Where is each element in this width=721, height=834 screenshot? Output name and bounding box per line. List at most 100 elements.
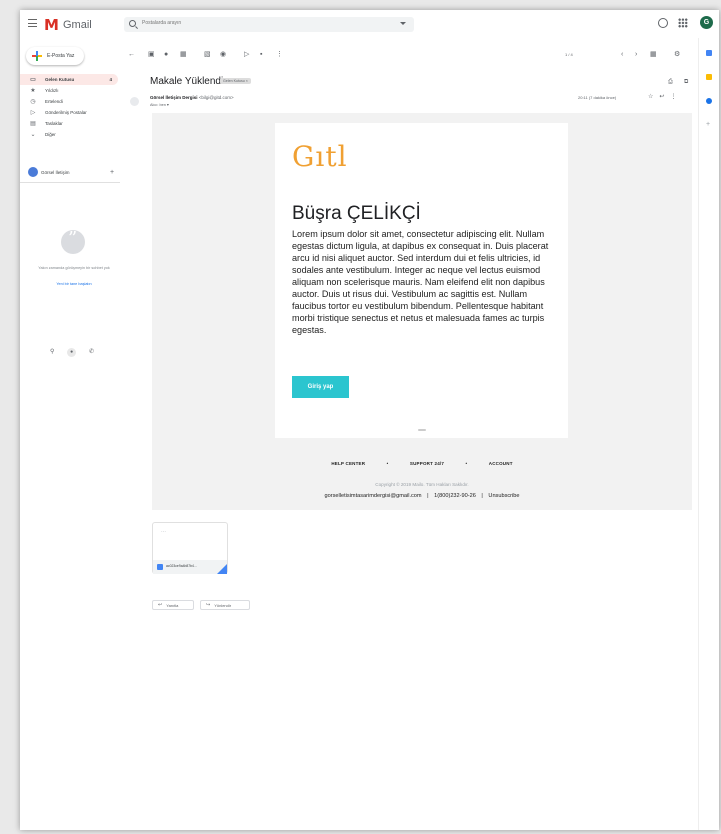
- archive-icon[interactable]: ▣: [148, 50, 155, 60]
- forward-button[interactable]: ↪ Yönlendir: [200, 600, 250, 610]
- message-date: 20:11 (7 dakika önce): [578, 95, 617, 100]
- sender-email: <bilgi@gitd.com>: [198, 95, 234, 100]
- brand-logo: Gıtl: [292, 140, 348, 173]
- compose-plus-icon: [32, 51, 42, 61]
- more-options-icon[interactable]: ⋮: [670, 94, 682, 100]
- side-panel-divider: [698, 38, 699, 830]
- gmail-window: M Gmail G E-Posta Yaz ▭ Gelen Kutusu 4 ★…: [20, 10, 719, 830]
- phone-icon[interactable]: ✆: [89, 348, 94, 357]
- gmail-logo-icon[interactable]: M: [44, 16, 59, 34]
- help-icon[interactable]: [658, 18, 668, 28]
- inbox-label-chip[interactable]: Gelen Kutusu ×: [220, 78, 251, 84]
- search-icon[interactable]: [129, 20, 136, 27]
- sidebar-nav: ▭ Gelen Kutusu 4 ★ Yıldızlı ◷ Ertelendi …: [20, 74, 120, 140]
- inbox-icon: ▭: [30, 76, 36, 83]
- separator: |: [481, 493, 483, 499]
- unread-count: 4: [109, 77, 112, 82]
- person-icon[interactable]: ⚲: [50, 348, 54, 357]
- older-chevron-icon[interactable]: ›: [635, 50, 637, 60]
- sidebar-item-inbox[interactable]: ▭ Gelen Kutusu 4: [20, 74, 118, 85]
- pagination-text: 1 / 4: [565, 52, 573, 57]
- separator: |: [427, 493, 429, 499]
- chat-bubble-icon: [61, 228, 85, 254]
- attachment-card[interactable]: ⋯ ac023ce9a4b87b4...: [152, 522, 228, 574]
- email-body-text: Lorem ipsum dolor sit amet, consectetur …: [292, 229, 549, 335]
- search-input[interactable]: [142, 20, 382, 26]
- sidebar-item-sent[interactable]: ▷ Gönderilmiş Postalar: [20, 107, 120, 118]
- report-spam-icon[interactable]: ●: [164, 50, 168, 60]
- apps-grid-icon[interactable]: [678, 18, 688, 28]
- sidebar-item-drafts[interactable]: ▤ Taslaklar: [20, 118, 120, 129]
- reply-label: Yanıtla: [166, 602, 179, 608]
- top-bar: M Gmail G: [20, 10, 719, 38]
- newer-chevron-icon[interactable]: ‹: [621, 50, 623, 60]
- search-options-chevron-down-icon[interactable]: [400, 22, 406, 25]
- attachment-preview: ⋯: [161, 529, 166, 535]
- input-tools-icon[interactable]: ▦: [650, 50, 657, 60]
- account-link[interactable]: ACCOUNT: [489, 461, 513, 466]
- contact-email-link[interactable]: gorselletisimtasarimdergisi@gmail.com: [325, 493, 422, 499]
- mark-unread-icon[interactable]: ▧: [204, 50, 211, 60]
- help-center-link[interactable]: HELP CENTER: [331, 461, 365, 466]
- tasks-icon[interactable]: [706, 98, 712, 104]
- account-avatar[interactable]: G: [700, 16, 713, 29]
- footer-bullet: •: [386, 461, 389, 466]
- star-icon[interactable]: ☆: [648, 94, 659, 100]
- add-on-plus-icon[interactable]: +: [706, 121, 712, 128]
- hamburger-menu-icon[interactable]: [28, 19, 37, 27]
- email-body-background: Gıtl Büşra ÇELİKÇİ Lorem ipsum dolor sit…: [152, 113, 692, 510]
- reply-icon[interactable]: ↩: [659, 94, 670, 100]
- move-to-icon[interactable]: ▷: [244, 50, 249, 60]
- footer-links: HELP CENTER • SUPPORT 24/7 • ACCOUNT: [152, 461, 692, 466]
- hangouts-avatar: [28, 167, 38, 177]
- settings-gear-icon[interactable]: ⚙: [674, 50, 680, 60]
- recipient-heading: Büşra ÇELİKÇİ: [292, 203, 421, 224]
- hangouts-user[interactable]: Görsel İletişim: [28, 167, 70, 177]
- sidebar-item-label: Gelen Kutusu: [45, 77, 75, 82]
- contact-line: gorselletisimtasarimdergisi@gmail.com | …: [152, 493, 692, 499]
- login-button[interactable]: Giriş yap: [292, 376, 349, 398]
- hangouts-empty-message: Yakın zamanda görüşmeyin bir sohbet yok: [38, 266, 110, 270]
- clock-icon: ◷: [30, 98, 36, 105]
- back-arrow-icon[interactable]: ←: [128, 50, 135, 60]
- sidebar-item-snoozed[interactable]: ◷ Ertelendi: [20, 96, 120, 107]
- sender-avatar: [130, 97, 139, 106]
- sidebar-item-starred[interactable]: ★ Yıldızlı: [20, 85, 120, 96]
- hangouts-footer: ⚲ ● ✆: [50, 348, 94, 357]
- app-name[interactable]: Gmail: [63, 19, 92, 31]
- file-corner-icon: [217, 564, 227, 574]
- attachment-filename: ac023ce9a4b87b4...: [166, 564, 197, 568]
- reply-button[interactable]: ↩ Yanıtla: [152, 600, 194, 610]
- sender-name: Görsel İletişim Dergisi: [150, 95, 198, 100]
- delete-icon[interactable]: ▦: [180, 50, 187, 60]
- forward-label: Yönlendir: [214, 602, 232, 608]
- hangouts-start-link[interactable]: Yeni bir tane başlatın: [28, 282, 120, 286]
- trimmed-content-toggle[interactable]: [418, 429, 426, 431]
- send-icon: ▷: [30, 109, 36, 116]
- email-card: Gıtl Büşra ÇELİKÇİ Lorem ipsum dolor sit…: [275, 123, 568, 438]
- chat-icon[interactable]: ●: [67, 348, 77, 357]
- sidebar-item-more[interactable]: ⌄ Diğer: [20, 129, 120, 140]
- label-icon[interactable]: ▪: [260, 50, 262, 60]
- print-icon[interactable]: ⎙: [668, 79, 673, 86]
- more-options-icon[interactable]: ⋮: [276, 50, 283, 60]
- copyright-text: Copyright © 2019 Mailo. Tüm Hakları Sakl…: [375, 482, 469, 487]
- compose-button[interactable]: E-Posta Yaz: [26, 47, 84, 65]
- calendar-icon[interactable]: [706, 50, 712, 56]
- sidebar-item-label: Taslaklar: [45, 121, 63, 126]
- sidebar-item-label: Diğer: [45, 132, 56, 137]
- support-link[interactable]: SUPPORT 24/7: [410, 461, 444, 466]
- recipient-details[interactable]: Alıcı: ben ▾: [150, 102, 169, 107]
- forward-arrow-icon: ↪: [206, 602, 211, 608]
- unsubscribe-link[interactable]: Unsubscribe: [488, 493, 519, 499]
- keep-icon[interactable]: [706, 74, 712, 80]
- chevron-down-icon: ⌄: [30, 131, 36, 138]
- search-bar[interactable]: [124, 17, 414, 32]
- open-new-window-icon[interactable]: ⧉: [684, 79, 688, 86]
- message-subject: Makale Yüklendi: [150, 76, 224, 87]
- snooze-icon[interactable]: ◉: [220, 50, 226, 60]
- reply-arrow-icon: ↩: [158, 602, 163, 608]
- star-icon: ★: [30, 87, 36, 94]
- hangouts-user-name: Görsel İletişim: [41, 169, 70, 175]
- hangouts-add-icon[interactable]: +: [110, 169, 114, 176]
